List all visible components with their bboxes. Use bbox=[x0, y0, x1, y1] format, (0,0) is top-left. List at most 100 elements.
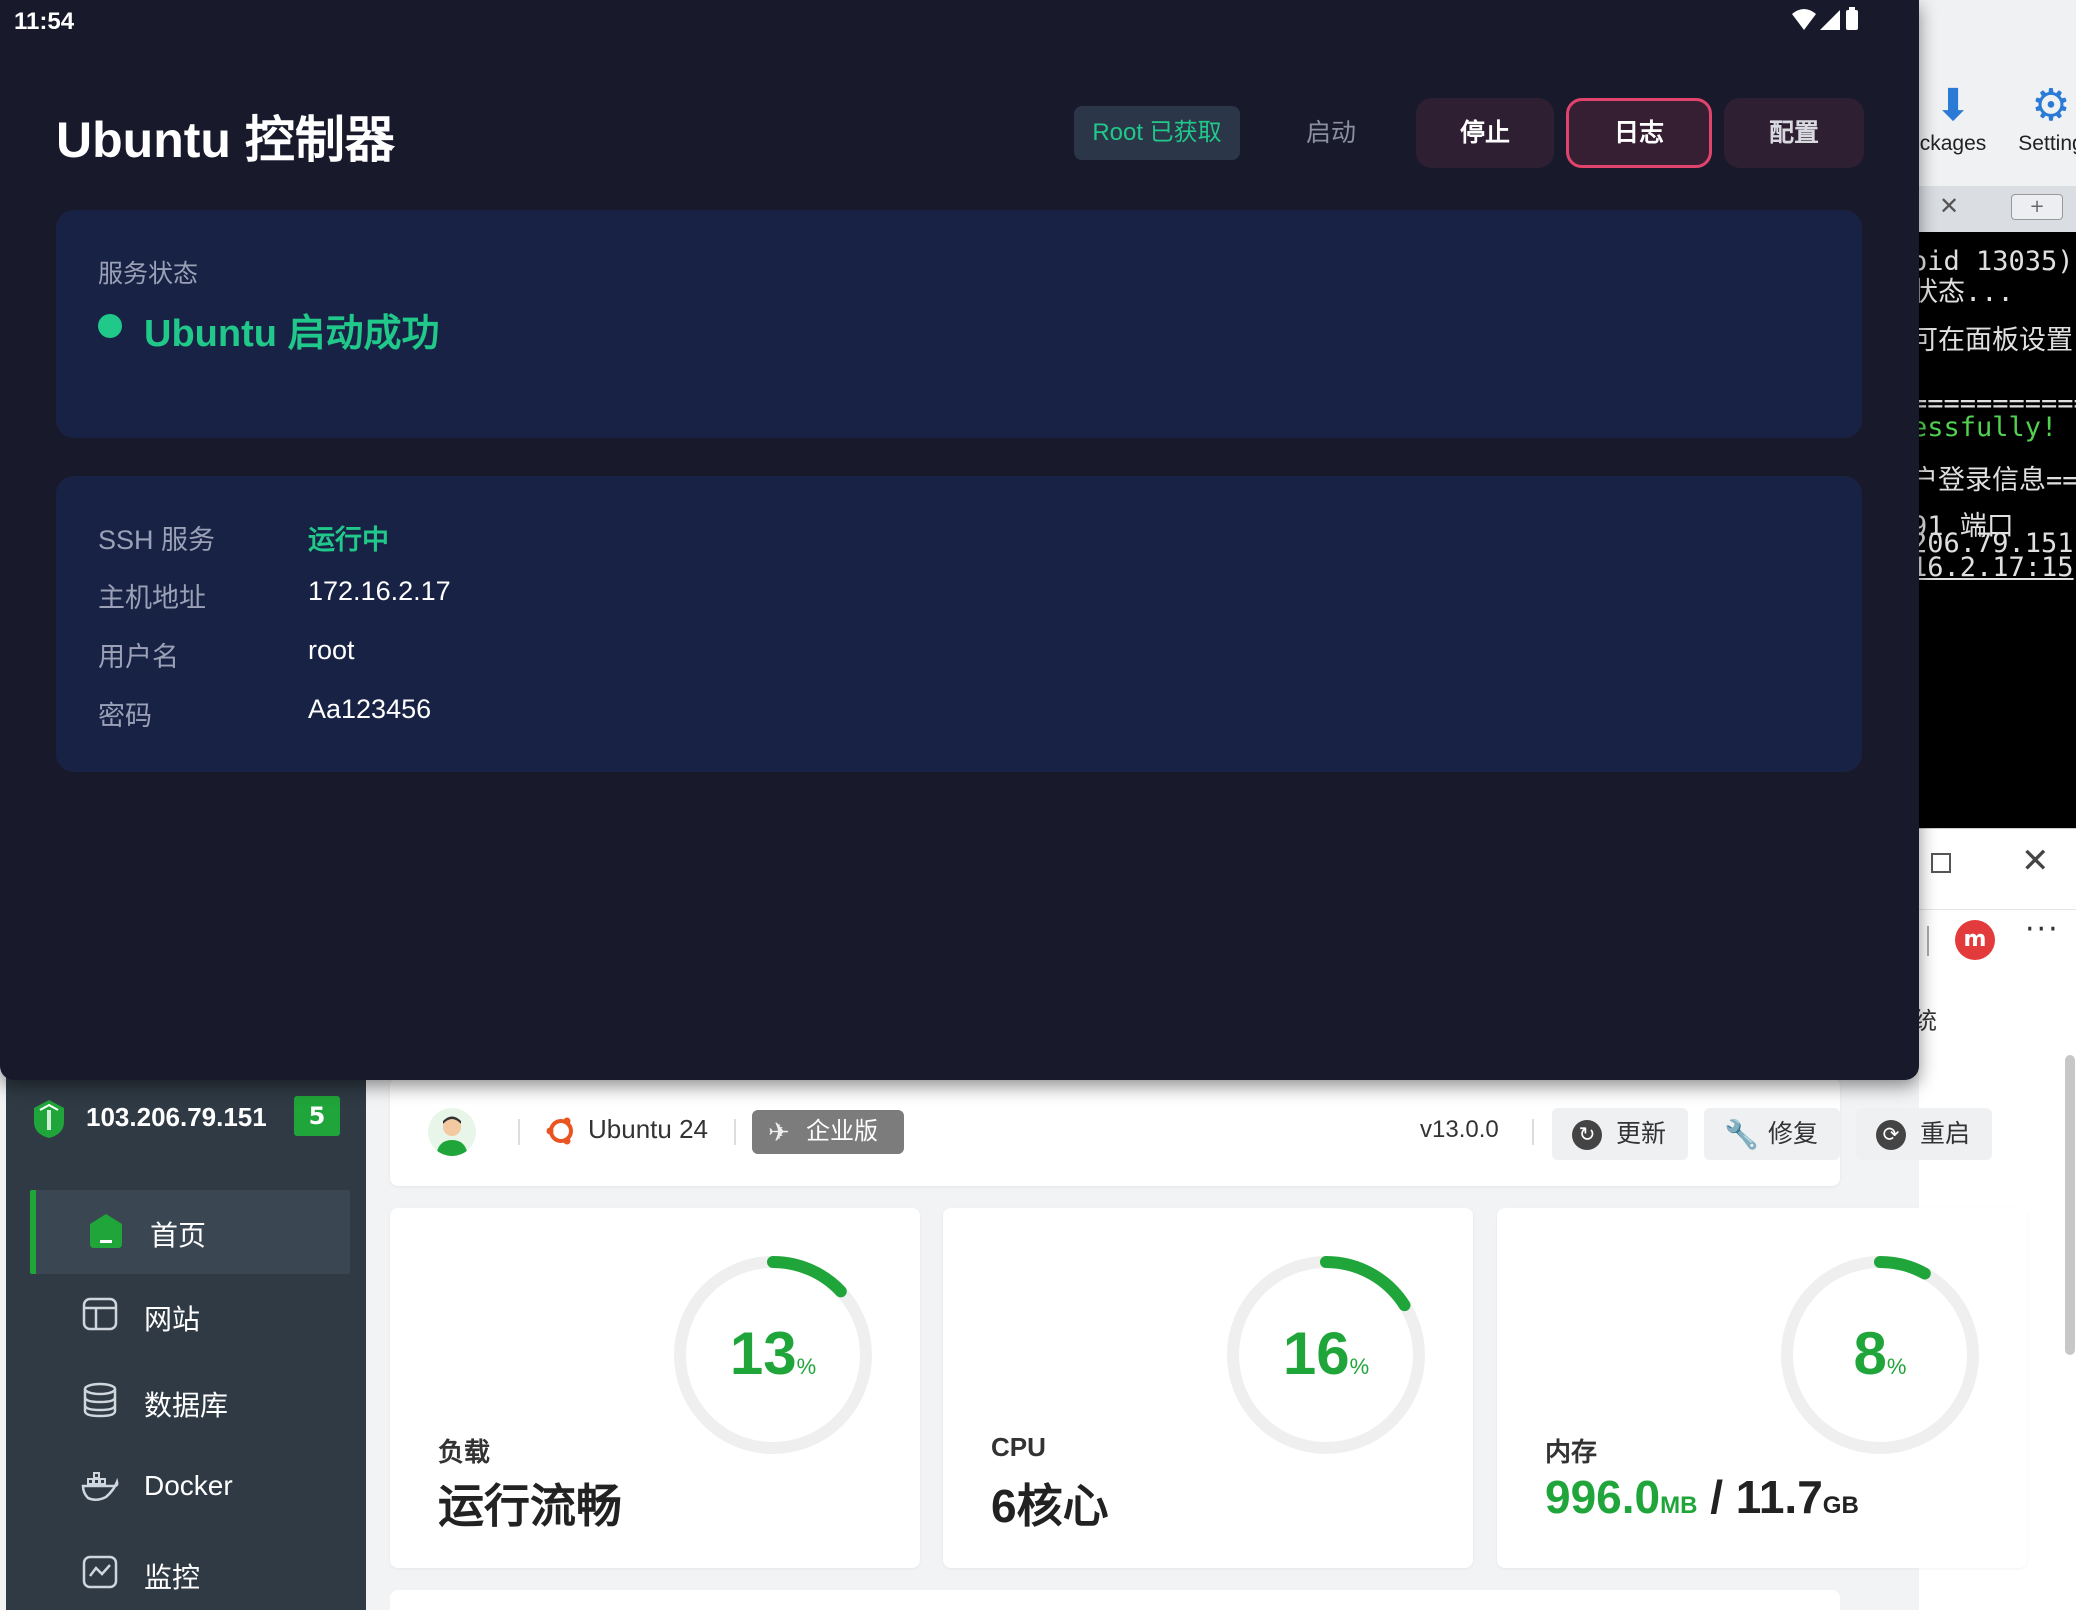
info-value[interactable]: root bbox=[308, 635, 355, 666]
battery-icon bbox=[1846, 10, 1858, 30]
sidebar-item-label: 网站 bbox=[144, 1304, 201, 1335]
signal-icon bbox=[1820, 10, 1840, 30]
topbar-separator bbox=[518, 1119, 520, 1145]
server-ip[interactable]: 103.206.79.151 bbox=[86, 1102, 267, 1133]
terminal-line: 可在面板设置 bbox=[1919, 325, 2073, 356]
info-row-ssh: SSH 服务 运行中 bbox=[98, 518, 998, 558]
info-key: 用户名 bbox=[98, 642, 179, 672]
sidebar-item-docker[interactable]: Docker bbox=[30, 1446, 350, 1530]
info-key: SSH 服务 bbox=[98, 525, 216, 555]
restart-label: 重启 bbox=[1920, 1120, 1971, 1148]
sidebar-item-monitor[interactable]: 监控 bbox=[30, 1532, 350, 1610]
edition-label: 企业版 bbox=[806, 1118, 878, 1145]
browser-toolbar: m ··· bbox=[1919, 909, 2076, 969]
update-button[interactable]: ↻ 更新 bbox=[1552, 1108, 1688, 1160]
cpu-value: 6核心 bbox=[991, 1480, 1109, 1532]
memory-used-unit: MB bbox=[1660, 1492, 1698, 1519]
restart-icon: ⟳ bbox=[1876, 1120, 1906, 1150]
sidebar: 103.206.79.151 5 首页 网站 数据库 Docker 监控 bbox=[6, 1060, 366, 1610]
log-button[interactable]: 日志 bbox=[1566, 98, 1712, 168]
update-label: 更新 bbox=[1616, 1120, 1667, 1148]
extension-icon[interactable]: m bbox=[1955, 920, 1995, 960]
new-tab-button[interactable]: + bbox=[2011, 194, 2063, 220]
sidebar-item-database[interactable]: 数据库 bbox=[30, 1360, 350, 1444]
close-icon[interactable]: ✕ bbox=[2021, 843, 2050, 879]
sidebar-item-label: 首页 bbox=[150, 1220, 207, 1251]
svg-text:8%: 8% bbox=[1854, 1320, 1907, 1387]
close-tab-icon[interactable]: ✕ bbox=[1939, 192, 1959, 220]
cpu-card[interactable]: 16% CPU 6核心 bbox=[943, 1208, 1473, 1568]
edition-badge[interactable]: ✈ 企业版 bbox=[752, 1110, 904, 1154]
service-status-label: 服务状态 bbox=[98, 260, 199, 288]
toolbar-separator bbox=[1927, 926, 1929, 956]
sidebar-item-home[interactable]: 首页 bbox=[30, 1190, 350, 1274]
cpu-percent: 16 bbox=[1283, 1320, 1350, 1387]
ssh-info-card: SSH 服务 运行中 主机地址 172.16.2.17 用户名 root 密码 … bbox=[56, 476, 1862, 772]
packages-label: ckages bbox=[1919, 132, 1987, 155]
load-card[interactable]: 13% 负载 运行流畅 bbox=[390, 1208, 920, 1568]
memory-used: 996.0 bbox=[1545, 1471, 1661, 1523]
database-icon bbox=[83, 1382, 117, 1418]
load-value: 运行流畅 bbox=[438, 1480, 622, 1532]
percent-unit: % bbox=[1887, 1354, 1907, 1379]
restart-button[interactable]: ⟳ 重启 bbox=[1856, 1108, 1992, 1160]
config-button[interactable]: 配置 bbox=[1724, 98, 1864, 168]
packages-toolbar-button[interactable]: ⬇ ckages bbox=[1905, 80, 2001, 156]
memory-card[interactable]: 8% 内存 996.0MB / 11.7GB bbox=[1497, 1208, 2027, 1568]
status-icons bbox=[1792, 7, 1858, 30]
topbar-separator bbox=[734, 1119, 736, 1145]
refresh-icon: ↻ bbox=[1572, 1120, 1602, 1150]
home-icon bbox=[90, 1214, 122, 1248]
load-percent: 13 bbox=[730, 1320, 797, 1387]
settings-toolbar-button[interactable]: ⚙ Setting bbox=[2003, 80, 2076, 156]
load-label: 负载 bbox=[438, 1437, 491, 1467]
percent-unit: % bbox=[797, 1354, 817, 1379]
monitor-icon bbox=[82, 1555, 118, 1589]
svg-text:16%: 16% bbox=[1283, 1320, 1369, 1387]
info-value[interactable]: 172.16.2.17 bbox=[308, 576, 451, 607]
terminal-link[interactable]: 16.2.17:15 bbox=[1919, 552, 2074, 583]
version-text[interactable]: v13.0.0 bbox=[1420, 1116, 1499, 1144]
load-gauge: 13% bbox=[674, 1256, 872, 1454]
ubuntu-controller-window: 11:54 Ubuntu 控制器 Root 已获取 启动 停止 日志 配置 服务… bbox=[0, 0, 1919, 1080]
memory-value: 996.0MB / 11.7GB bbox=[1545, 1470, 1859, 1524]
info-row-username: 用户名 root bbox=[98, 635, 998, 675]
memory-total: 11.7 bbox=[1735, 1471, 1823, 1523]
sidebar-item-label: 数据库 bbox=[144, 1390, 229, 1421]
info-row-host: 主机地址 172.16.2.17 bbox=[98, 576, 998, 616]
sidebar-item-website[interactable]: 网站 bbox=[30, 1274, 350, 1358]
scrollbar[interactable] bbox=[2065, 1055, 2075, 1355]
topbar-separator bbox=[1532, 1119, 1534, 1145]
cpu-gauge-arc bbox=[1320, 1256, 1411, 1312]
more-icon[interactable]: ··· bbox=[2025, 912, 2060, 947]
terminal-tabstrip: ✕ + bbox=[1919, 186, 2076, 232]
memory-gauge-arc bbox=[1874, 1256, 1931, 1280]
user-avatar-icon bbox=[436, 1116, 468, 1156]
service-status-text: Ubuntu 启动成功 bbox=[144, 313, 440, 355]
terminal-line: 户登录信息== bbox=[1919, 465, 2076, 496]
ubuntu-logo-icon bbox=[546, 1117, 573, 1145]
terminal-line: 状态... bbox=[1919, 277, 2014, 308]
docker-icon bbox=[81, 1472, 119, 1501]
repair-button[interactable]: 🔧 修复 bbox=[1704, 1108, 1840, 1160]
cpu-gauge: 16% bbox=[1227, 1256, 1425, 1454]
wifi-icon bbox=[1792, 9, 1816, 30]
notification-badge[interactable]: 5 bbox=[294, 1096, 340, 1136]
terminal-output[interactable]: oid 13035) 状态... 可在面板设置 ============ ess… bbox=[1919, 232, 2076, 828]
memory-separator: / bbox=[1697, 1471, 1736, 1523]
start-button[interactable]: 启动 bbox=[1268, 98, 1394, 168]
stop-button[interactable]: 停止 bbox=[1416, 98, 1554, 168]
website-icon bbox=[82, 1297, 118, 1331]
status-dot-icon bbox=[98, 314, 122, 338]
sidebar-item-label: Docker bbox=[144, 1470, 233, 1501]
info-value[interactable]: Aa123456 bbox=[308, 694, 431, 725]
terminal-line: essfully! bbox=[1919, 412, 2058, 443]
avatar[interactable] bbox=[428, 1108, 476, 1156]
wrench-icon: 🔧 bbox=[1724, 1119, 1759, 1150]
maximize-icon[interactable] bbox=[1931, 853, 1951, 873]
panel-main: Ubuntu 24 ✈ 企业版 v13.0.0 ↻ 更新 🔧 修复 ⟳ 重启 1… bbox=[390, 1078, 2027, 1610]
sidebar-header: 103.206.79.151 5 bbox=[6, 1096, 366, 1148]
screen: ⬇ ckages ⚙ Setting ✕ + oid 13035) 状态... … bbox=[0, 0, 2076, 1610]
rocket-icon: ✈ bbox=[768, 1117, 790, 1147]
status-bar-time: 11:54 bbox=[14, 8, 75, 35]
